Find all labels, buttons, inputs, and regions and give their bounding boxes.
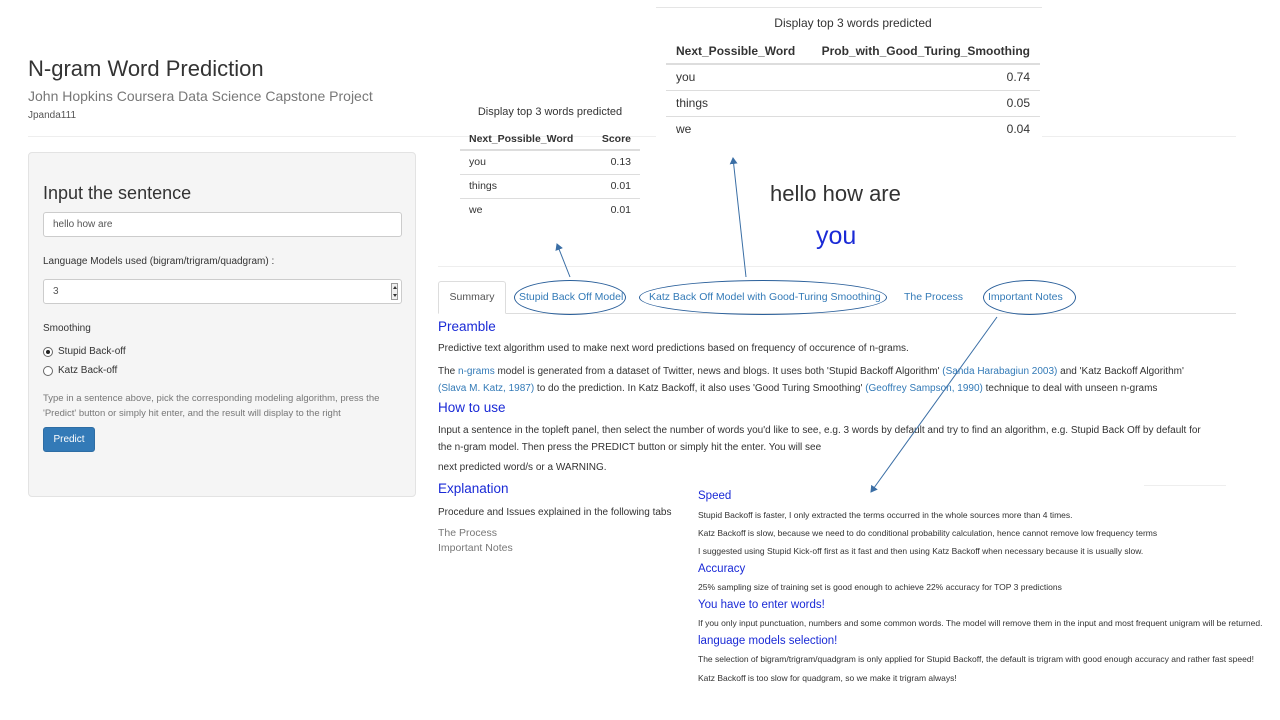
table-header-cell: Prob_with_Good_Turing_Smoothing xyxy=(807,38,1040,65)
stupid-backoff-table: Next_Possible_Word Score you 0.13 things… xyxy=(460,128,640,222)
explanation-heading: Explanation xyxy=(438,481,509,496)
table-cell: 0.13 xyxy=(589,149,640,174)
input-sidebar-panel: Input the sentence hello how are Languag… xyxy=(28,152,416,497)
table-row: we 0.04 xyxy=(666,115,1040,142)
radio-checked-icon[interactable] xyxy=(43,346,53,357)
model-description: The n-grams model is generated from a da… xyxy=(438,363,1228,397)
link-geoffrey-sampson[interactable]: (Geoffrey Sampson, 1990) xyxy=(865,383,983,394)
table-cell: things xyxy=(666,89,808,116)
table-header-row: Next_Possible_Word Score xyxy=(460,128,640,151)
table-cell: 0.74 xyxy=(807,63,1040,90)
howto-line: Input a sentence in the topleft panel, t… xyxy=(438,425,1201,436)
lm-selection-heading: language models selection! xyxy=(698,635,838,647)
table-cell: things xyxy=(460,173,590,198)
accuracy-note: 25% sampling size of training set is goo… xyxy=(698,582,1062,592)
model-description-text: technique to deal with unseen n-grams xyxy=(982,383,1158,394)
lm-selection-note: Katz Backoff is too slow for quadgram, s… xyxy=(698,673,957,683)
enter-words-note: If you only input punctuation, numbers a… xyxy=(698,618,1263,628)
katz-inset-divider xyxy=(656,7,1042,8)
link-important-notes[interactable]: Important Notes xyxy=(438,542,513,554)
table-cell: 0.04 xyxy=(807,115,1040,142)
sentence-input[interactable]: hello how are xyxy=(43,212,402,237)
preamble-heading: Preamble xyxy=(438,319,496,334)
model-description-text: model is generated from a dataset of Twi… xyxy=(494,366,943,377)
preamble-text: Predictive text algorithm used to make n… xyxy=(438,343,909,354)
table-cell: you xyxy=(666,63,808,90)
app-title: N-gram Word Prediction xyxy=(28,56,264,81)
input-sentence-echo: hello how are xyxy=(770,181,901,206)
predicted-word: you xyxy=(816,222,857,250)
speed-note: Stupid Backoff is faster, I only extract… xyxy=(698,510,1073,520)
table-cell: 0.01 xyxy=(589,173,640,198)
table-row: things 0.01 xyxy=(460,173,640,198)
table-cell: 0.01 xyxy=(589,197,640,222)
katz-table-caption: Display top 3 words predicted xyxy=(774,16,932,30)
link-sanda-harabagiun[interactable]: (Sanda Harabagiun 2003) xyxy=(942,366,1057,377)
app-subtitle: John Hopkins Coursera Data Science Capst… xyxy=(28,88,373,104)
predict-button[interactable]: Predict xyxy=(43,427,95,452)
table-header-row: Next_Possible_Word Prob_with_Good_Turing… xyxy=(666,38,1040,65)
result-divider xyxy=(438,266,1236,267)
howto-text: Input a sentence in the topleft panel, t… xyxy=(438,422,1238,456)
howto-heading: How to use xyxy=(438,400,506,415)
link-the-process[interactable]: The Process xyxy=(438,527,497,539)
radio-stupid-backoff[interactable]: Stupid Back-off xyxy=(43,346,126,357)
tab-the-process[interactable]: The Process xyxy=(904,291,963,303)
annotation-ellipse-katz xyxy=(639,280,887,315)
link-ngrams[interactable]: n-grams xyxy=(458,366,495,377)
app-author: Jpanda111 xyxy=(28,110,77,121)
radio-katz-backoff-label: Katz Back-off xyxy=(58,365,118,376)
radio-katz-backoff[interactable]: Katz Back-off xyxy=(43,365,117,376)
table-row: we 0.01 xyxy=(460,197,640,222)
sidebar-heading: Input the sentence xyxy=(43,183,192,203)
table-cell: we xyxy=(666,115,808,142)
speed-note: I suggested using Stupid Kick-off first … xyxy=(698,546,1144,556)
number-spinner-icon[interactable] xyxy=(391,283,398,300)
katz-backoff-table: Next_Possible_Word Prob_with_Good_Turing… xyxy=(666,38,1040,142)
arrow-to-stupid-table xyxy=(555,243,571,278)
link-slava-katz[interactable]: (Slava M. Katz, 1987) xyxy=(438,383,534,394)
howto-line: the n-gram model. Then press the PREDICT… xyxy=(438,442,822,453)
table-cell: we xyxy=(460,197,590,222)
ngram-number-input[interactable]: 3 xyxy=(43,279,402,304)
table-row: you 0.13 xyxy=(460,149,640,174)
ngram-number-value: 3 xyxy=(53,286,59,297)
arrow-to-katz-table xyxy=(729,157,747,278)
radio-unchecked-icon[interactable] xyxy=(43,365,53,376)
table-header-cell: Score xyxy=(589,128,640,151)
sidebar-help-text: Type in a sentence above, pick the corre… xyxy=(43,393,380,419)
explanation-text: Procedure and Issues explained in the fo… xyxy=(438,507,672,518)
table-header-cell: Next_Possible_Word xyxy=(666,38,808,65)
table-cell: 0.05 xyxy=(807,89,1040,116)
lm-selection-note: The selection of bigram/trigram/quadgram… xyxy=(698,654,1254,664)
model-description-text: The xyxy=(438,366,459,377)
annotation-ellipse-notes xyxy=(983,280,1076,315)
smoothing-label: Smoothing xyxy=(43,323,91,334)
speed-heading: Speed xyxy=(698,490,732,502)
tab-summary[interactable]: Summary xyxy=(438,281,506,314)
table-header-cell: Next_Possible_Word xyxy=(460,128,590,151)
model-description-text: and 'Katz Backoff Algorithm' xyxy=(1057,366,1184,377)
notes-divider xyxy=(1144,485,1226,486)
radio-stupid-backoff-label: Stupid Back-off xyxy=(58,346,126,357)
model-description-text: to do the prediction. In Katz Backoff, i… xyxy=(534,383,866,394)
speed-note: Katz Backoff is slow, because we need to… xyxy=(698,528,1158,538)
accuracy-heading: Accuracy xyxy=(698,563,746,575)
table-row: you 0.74 xyxy=(666,63,1040,90)
models-label: Language Models used (bigram/trigram/qua… xyxy=(43,256,275,267)
enter-words-heading: You have to enter words! xyxy=(698,599,825,611)
howto-line-3: next predicted word/s or a WARNING. xyxy=(438,462,607,473)
stupid-table-caption: Display top 3 words predicted xyxy=(477,106,623,118)
table-cell: you xyxy=(460,149,590,174)
table-row: things 0.05 xyxy=(666,89,1040,116)
annotation-ellipse-stupid xyxy=(514,280,626,315)
